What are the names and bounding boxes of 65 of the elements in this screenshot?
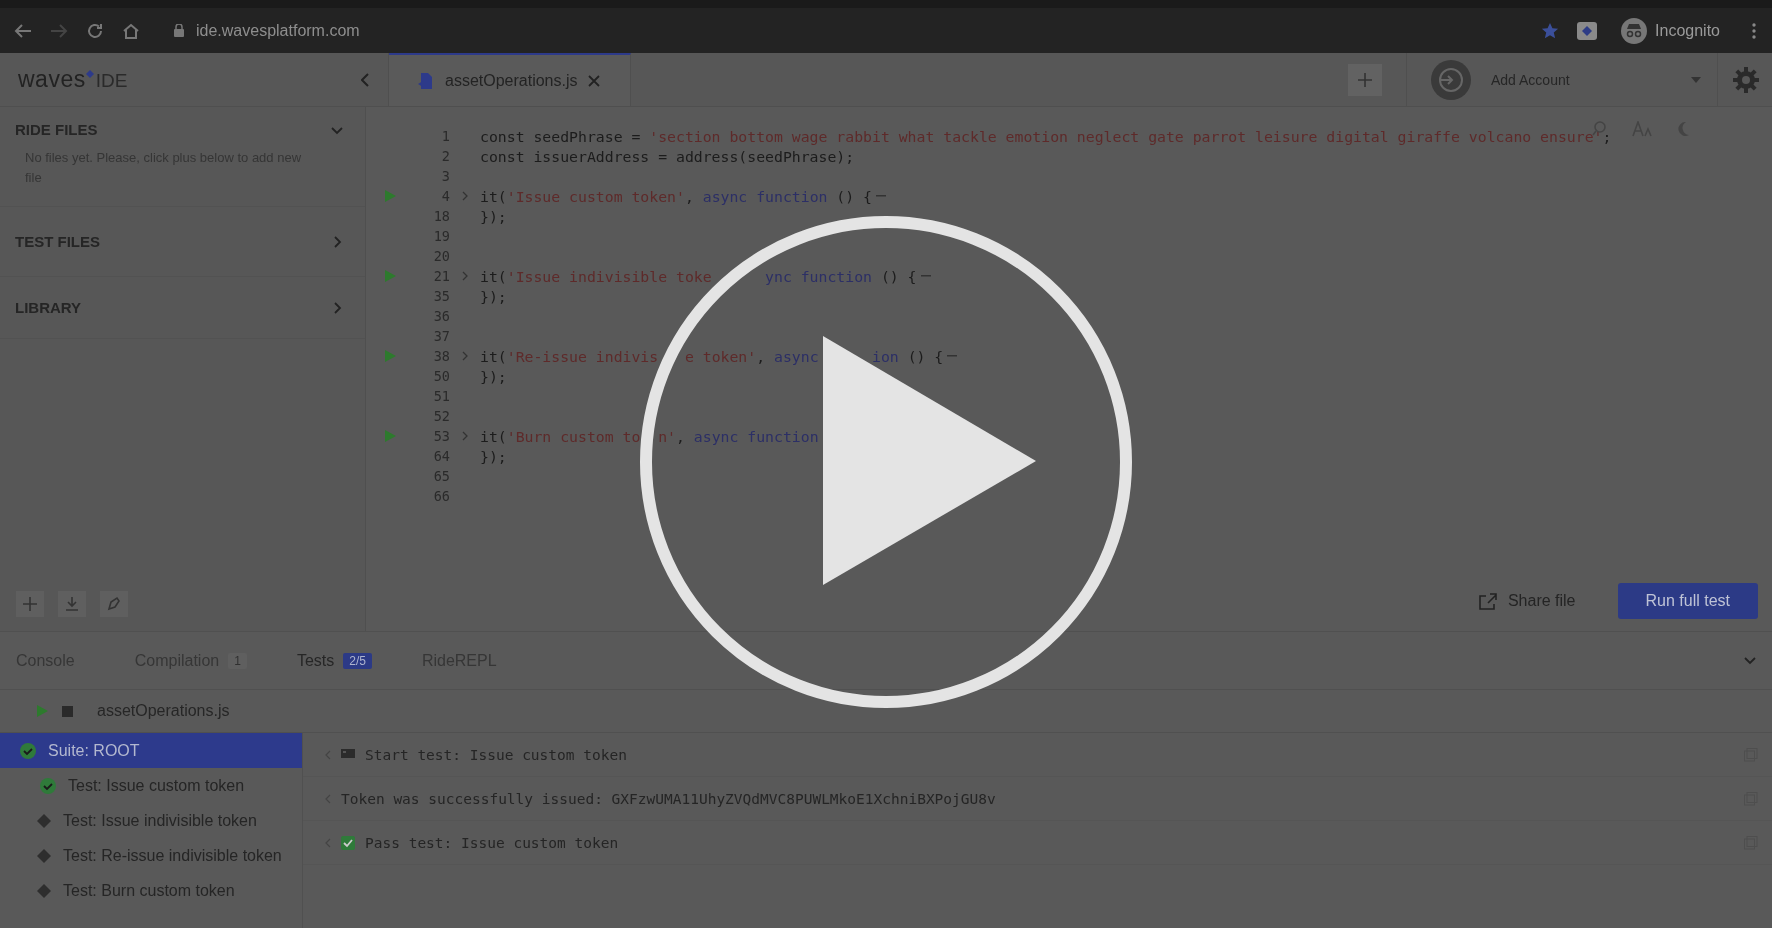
fold-chevron-icon[interactable] bbox=[462, 191, 468, 201]
code-text: , bbox=[684, 187, 695, 205]
chevron-right-icon bbox=[331, 301, 343, 314]
pen-button[interactable] bbox=[100, 591, 128, 617]
lock-icon bbox=[174, 24, 184, 37]
code-text: it( bbox=[480, 347, 507, 365]
run-test-icon[interactable] bbox=[384, 350, 396, 362]
run-test-icon[interactable] bbox=[384, 190, 396, 202]
count-badge: 2/5 bbox=[343, 652, 372, 669]
code-text: }); bbox=[480, 367, 507, 385]
code-text: }); bbox=[480, 447, 507, 465]
share-icon bbox=[1477, 592, 1498, 610]
code-text: () { bbox=[835, 187, 872, 205]
download-button[interactable] bbox=[58, 591, 86, 617]
code-text: }); bbox=[480, 287, 507, 305]
download-icon bbox=[64, 596, 80, 612]
plus-icon bbox=[1357, 71, 1373, 88]
dropdown-caret-icon bbox=[1691, 76, 1701, 83]
fold-chevron-icon[interactable] bbox=[462, 431, 468, 441]
reload-icon[interactable] bbox=[86, 21, 104, 40]
play-icon[interactable] bbox=[37, 705, 48, 717]
flag-icon bbox=[341, 748, 355, 761]
extension-icon[interactable] bbox=[1577, 21, 1598, 40]
chevron-down-icon[interactable] bbox=[1744, 656, 1756, 665]
new-tab-button[interactable] bbox=[1348, 63, 1382, 96]
folded-marker-icon[interactable] bbox=[876, 194, 886, 198]
close-icon[interactable] bbox=[587, 74, 600, 87]
home-icon[interactable] bbox=[122, 21, 140, 40]
plus-icon bbox=[22, 596, 38, 612]
file-tab[interactable]: assetOperations.js bbox=[389, 53, 631, 106]
folded-marker-icon[interactable] bbox=[920, 274, 931, 278]
code-text: , bbox=[676, 427, 686, 445]
fold-chevron-icon[interactable] bbox=[462, 271, 468, 281]
code-text: () { bbox=[879, 267, 917, 285]
more-icon[interactable] bbox=[1752, 22, 1756, 39]
run-test-icon[interactable] bbox=[384, 270, 396, 282]
settings-icon[interactable] bbox=[1732, 65, 1760, 94]
collapse-icon[interactable] bbox=[361, 72, 370, 87]
forward-icon[interactable] bbox=[50, 22, 68, 39]
code-text: it( bbox=[480, 427, 507, 445]
run-test-icon[interactable] bbox=[384, 430, 396, 442]
incognito-icon bbox=[1621, 17, 1648, 44]
code-text: it( bbox=[480, 187, 507, 205]
suite-row[interactable]: Suite: ROOT bbox=[0, 733, 302, 768]
code-text: , bbox=[756, 347, 767, 365]
chevron-right-icon bbox=[331, 235, 343, 248]
code-text: () { bbox=[906, 347, 944, 365]
code-text: ; bbox=[1602, 127, 1612, 145]
code-text: const issuerAddress = address(seedPhrase); bbox=[480, 147, 855, 165]
incognito-profile[interactable]: Incognito bbox=[1621, 17, 1720, 44]
pen-icon bbox=[106, 596, 122, 612]
run-full-test-button[interactable]: Run full test bbox=[1617, 583, 1758, 619]
folded-marker-icon[interactable] bbox=[947, 354, 958, 358]
code-text: }); bbox=[480, 207, 507, 225]
address-bar[interactable]: ide.wavesplatform.com bbox=[162, 15, 372, 46]
add-file-button[interactable] bbox=[16, 591, 44, 617]
file-icon bbox=[417, 71, 435, 90]
code-text: it( bbox=[480, 267, 507, 285]
fold-chevron-icon[interactable] bbox=[462, 351, 468, 361]
stop-icon[interactable] bbox=[62, 705, 73, 717]
code-text: const seedPhrase = bbox=[480, 127, 642, 145]
back-icon[interactable] bbox=[14, 22, 32, 39]
checkbox-icon bbox=[341, 835, 355, 850]
star-icon[interactable] bbox=[1541, 21, 1560, 40]
login-icon bbox=[1431, 59, 1471, 100]
